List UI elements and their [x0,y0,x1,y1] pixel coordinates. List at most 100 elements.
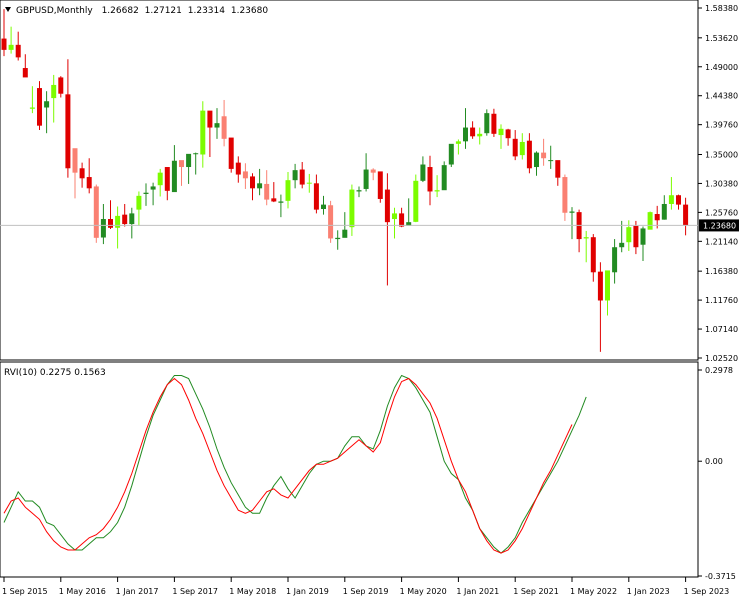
candle-body [328,205,334,239]
rvi-header-label: RVI(10) 0.2275 0.1563 [4,368,106,378]
candle [93,184,99,243]
rvi-scale: 0.2978 0.00 -0.3715 [698,366,736,581]
candle-body [335,237,341,240]
candle-body [22,68,28,78]
candle-body [356,190,362,192]
candle-body [150,186,156,190]
candle-body [590,237,596,273]
candle-body [363,169,369,189]
candle-body [463,127,468,142]
candle-body [384,189,390,223]
rvi-tick-label: 0.2978 [705,366,733,375]
price-tick-label: 1.16380 [705,267,738,276]
candle-body [306,182,312,184]
candle [441,161,447,191]
candle-body [392,213,397,220]
candle-body [65,94,71,169]
candle-body [122,214,128,225]
candle-body [242,171,248,179]
candle-body [313,183,319,210]
time-tick-label: 1 Sep 2015 [2,587,48,596]
time-tick-label: 1 Sep 2017 [172,587,218,596]
candle-body [278,201,284,203]
candle-body [86,177,92,189]
candle-body [136,195,142,210]
candle-body [171,160,177,193]
candle-body [668,195,674,204]
candle-body [377,171,383,199]
candle-body [271,198,277,202]
price-tick-label: 1.02520 [705,354,738,363]
rvi-panel [0,361,699,578]
current-price-label: 1.23680 [703,221,736,230]
candle-body [491,113,497,134]
candle-body [179,160,184,168]
candle-body [214,123,220,128]
candle-body [108,219,113,228]
candle-body [100,219,106,238]
candle-body [519,141,525,156]
candle-body [555,160,561,178]
candle-body [413,180,419,222]
candle-body [257,183,263,189]
candle [484,109,490,136]
candle-body [676,195,681,205]
price-tick-label: 1.07140 [705,325,738,334]
candle-body [640,228,646,245]
candle-body [498,128,504,136]
time-tick-label: 1 Sep 2019 [343,587,389,596]
candle-body [441,165,447,191]
candle-body [619,242,625,248]
candle-body [79,168,85,179]
candle-body [58,77,64,94]
rvi-tick-label: -0.3715 [705,572,736,581]
candle-body [8,44,14,50]
candle [413,174,419,223]
candle-body [420,164,426,181]
time-tick-label: 1 May 2018 [229,587,276,596]
candle-body [626,227,632,243]
candle-body [647,212,653,230]
candle-body [51,84,57,99]
candle-body [292,170,298,181]
candle-body [15,44,21,58]
price-scale: 1.58380 1.53620 1.49000 1.44380 1.39760 1.350… [698,4,738,363]
candle-body [583,237,589,239]
price-tick-label: 1.30380 [705,179,738,188]
chart-canvas: 1.58380 1.53620 1.49000 1.44380 1.39760 1.350… [0,0,739,596]
candle [647,211,653,230]
high-value: 1.27121 [145,6,182,16]
candle-body [264,183,270,200]
price-tick-label: 1.39760 [705,121,738,130]
candle-body [44,101,50,108]
price-tick-label: 1.35000 [705,150,738,159]
candle-body [597,271,603,301]
candle-body [193,153,199,155]
price-panel [0,0,699,361]
candle-body [228,137,234,169]
candle-body [285,180,291,201]
time-tick-label: 1 May 2016 [59,587,106,596]
price-tick-label: 1.25760 [705,208,738,217]
candle-body [221,116,227,139]
candle-body [143,192,149,194]
candle [448,143,454,168]
candle-body [470,127,476,137]
candle-body [505,129,511,139]
symbol-label: GBPUSD,Monthly [16,6,93,16]
candle-body [235,162,241,175]
candle [228,137,234,173]
candle-body [1,38,7,50]
candle-body [605,270,610,301]
candle-body [427,167,433,192]
candle-body [250,176,255,189]
price-tick-label: 1.44380 [705,92,738,101]
candle [37,81,42,131]
rvi-tick-label: 0.00 [705,457,723,466]
candle-body [157,172,163,186]
candle-body [37,88,42,126]
candle-body [526,140,532,169]
candle-body [512,138,518,157]
candle-body [654,214,660,221]
close-value: 1.23680 [231,6,268,16]
